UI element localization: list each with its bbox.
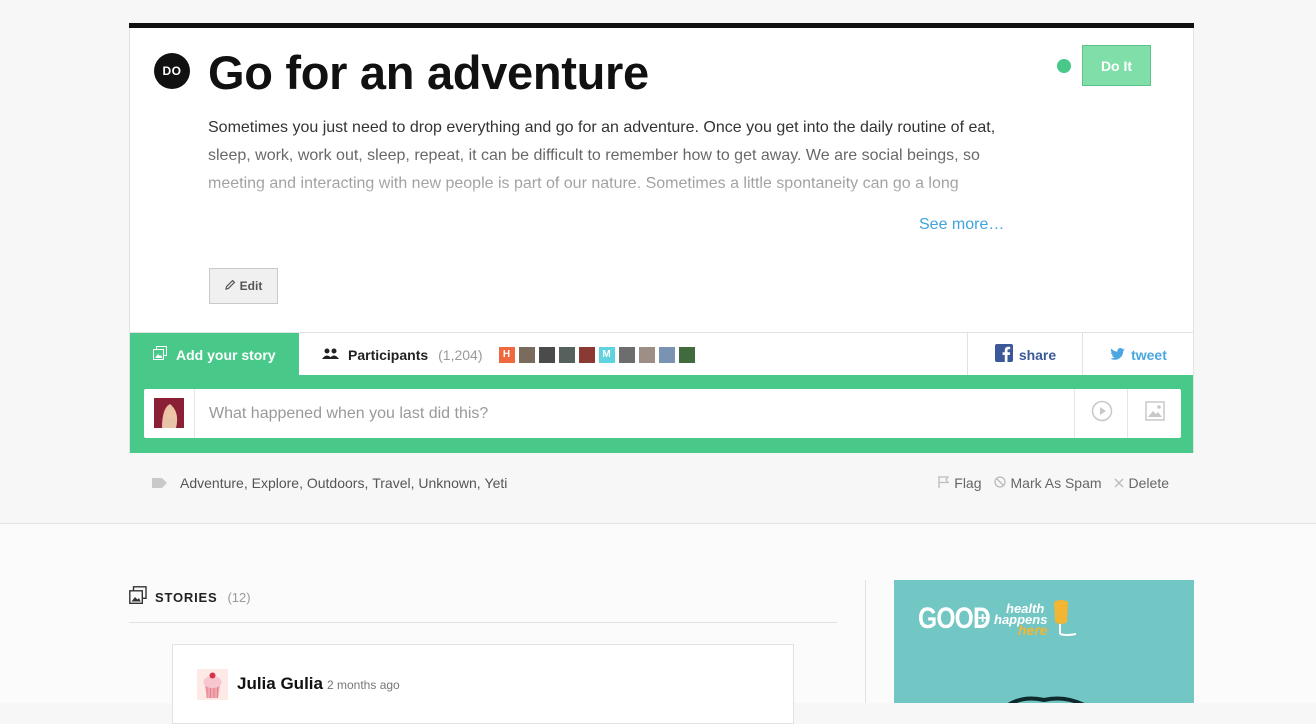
- participant-avatar[interactable]: [518, 346, 535, 363]
- ad-plus: +: [978, 610, 988, 627]
- tag-link[interactable]: Adventure,: [180, 475, 252, 491]
- tab-bar: Add your story Participants (1,204) HM s…: [130, 332, 1194, 381]
- add-video-button[interactable]: [1074, 389, 1128, 438]
- play-icon: [1091, 400, 1113, 427]
- tab-participants[interactable]: Participants (1,204) HM: [322, 333, 695, 376]
- stories-icon: [153, 346, 167, 363]
- tag-link[interactable]: Unknown,: [418, 475, 484, 491]
- pencil-icon: [224, 279, 236, 293]
- participant-avatar[interactable]: [638, 346, 655, 363]
- description: Sometimes you just need to drop everythi…: [208, 119, 996, 192]
- participant-avatar[interactable]: [658, 346, 675, 363]
- edit-button[interactable]: Edit: [209, 268, 278, 304]
- delete-button[interactable]: Delete: [1114, 475, 1169, 491]
- tab-participants-label: Participants: [348, 346, 429, 363]
- ad-tagline: health happens here: [994, 602, 1048, 638]
- user-avatar: [154, 398, 184, 428]
- flag-icon: [938, 475, 950, 491]
- facebook-icon: [994, 344, 1013, 365]
- close-icon: [1114, 475, 1124, 491]
- story-card: Julia Gulia 2 months ago: [172, 644, 794, 724]
- stories-header: STORIES (12): [129, 586, 251, 609]
- tab-add-story[interactable]: Add your story: [130, 333, 299, 381]
- ad-here: here: [1018, 622, 1048, 638]
- tweet-button[interactable]: tweet: [1082, 333, 1194, 376]
- block-icon: [993, 475, 1006, 491]
- twitter-icon: [1110, 347, 1125, 363]
- stories-icon: [129, 586, 147, 609]
- see-more-link[interactable]: See more…: [919, 216, 1004, 234]
- do-badge: DO: [154, 53, 190, 89]
- story-composer: [144, 389, 1181, 438]
- spam-label: Mark As Spam: [1010, 475, 1102, 491]
- image-icon: [1144, 401, 1165, 426]
- story-input[interactable]: [194, 389, 1074, 438]
- tags-row: Adventure, Explore, Outdoors, Travel, Un…: [152, 474, 507, 492]
- participant-avatars: HM: [498, 346, 695, 363]
- participant-avatar[interactable]: [538, 346, 555, 363]
- tag-link[interactable]: Outdoors,: [307, 475, 372, 491]
- story-author-name[interactable]: Julia Gulia: [237, 674, 323, 694]
- flag-label: Flag: [954, 475, 982, 491]
- tag-link[interactable]: Explore,: [252, 475, 307, 491]
- ice-pop-icon: [1054, 600, 1076, 636]
- stories-divider: [129, 622, 837, 623]
- tag-link[interactable]: Yeti: [485, 475, 508, 491]
- participant-avatar[interactable]: [558, 346, 575, 363]
- facebook-share-button[interactable]: share: [967, 333, 1083, 376]
- ad-graphic: [1007, 696, 1085, 703]
- participant-avatar[interactable]: [578, 346, 595, 363]
- status-dot: [1057, 59, 1071, 73]
- tag-link[interactable]: Travel,: [372, 475, 418, 491]
- tab-add-story-label: Add your story: [176, 346, 276, 363]
- add-photo-button[interactable]: [1127, 389, 1181, 438]
- stories-count: (12): [227, 590, 251, 605]
- share-label: share: [1018, 346, 1057, 363]
- flag-button[interactable]: Flag: [938, 475, 982, 491]
- people-icon: [322, 347, 340, 363]
- action-card: DO Go for an adventure Do It Sometimes y…: [129, 23, 1194, 453]
- advertisement[interactable]: GOOD + health happens here: [894, 580, 1194, 703]
- tag-icon: [152, 475, 167, 491]
- stories-title: STORIES: [155, 590, 218, 605]
- participant-avatar[interactable]: M: [598, 346, 615, 363]
- edit-label: Edit: [239, 279, 263, 293]
- participant-avatar[interactable]: [618, 346, 635, 363]
- mark-as-spam-button[interactable]: Mark As Spam: [993, 475, 1102, 491]
- author-avatar[interactable]: [197, 669, 228, 700]
- participant-avatar[interactable]: H: [498, 346, 515, 363]
- delete-label: Delete: [1128, 475, 1169, 491]
- participant-avatar[interactable]: [678, 346, 695, 363]
- column-separator: [865, 580, 866, 703]
- tweet-label: tweet: [1131, 346, 1167, 363]
- add-story-panel: [130, 375, 1193, 453]
- do-it-button[interactable]: Do It: [1082, 45, 1151, 86]
- story-timestamp: 2 months ago: [327, 678, 400, 692]
- tag-list: Adventure, Explore, Outdoors, Travel, Un…: [180, 475, 507, 491]
- card-top-border: [129, 23, 1194, 28]
- participants-count: (1,204): [438, 346, 483, 363]
- page-title: Go for an adventure: [208, 46, 649, 99]
- moderation-actions: Flag Mark As Spam Delete: [938, 474, 1169, 492]
